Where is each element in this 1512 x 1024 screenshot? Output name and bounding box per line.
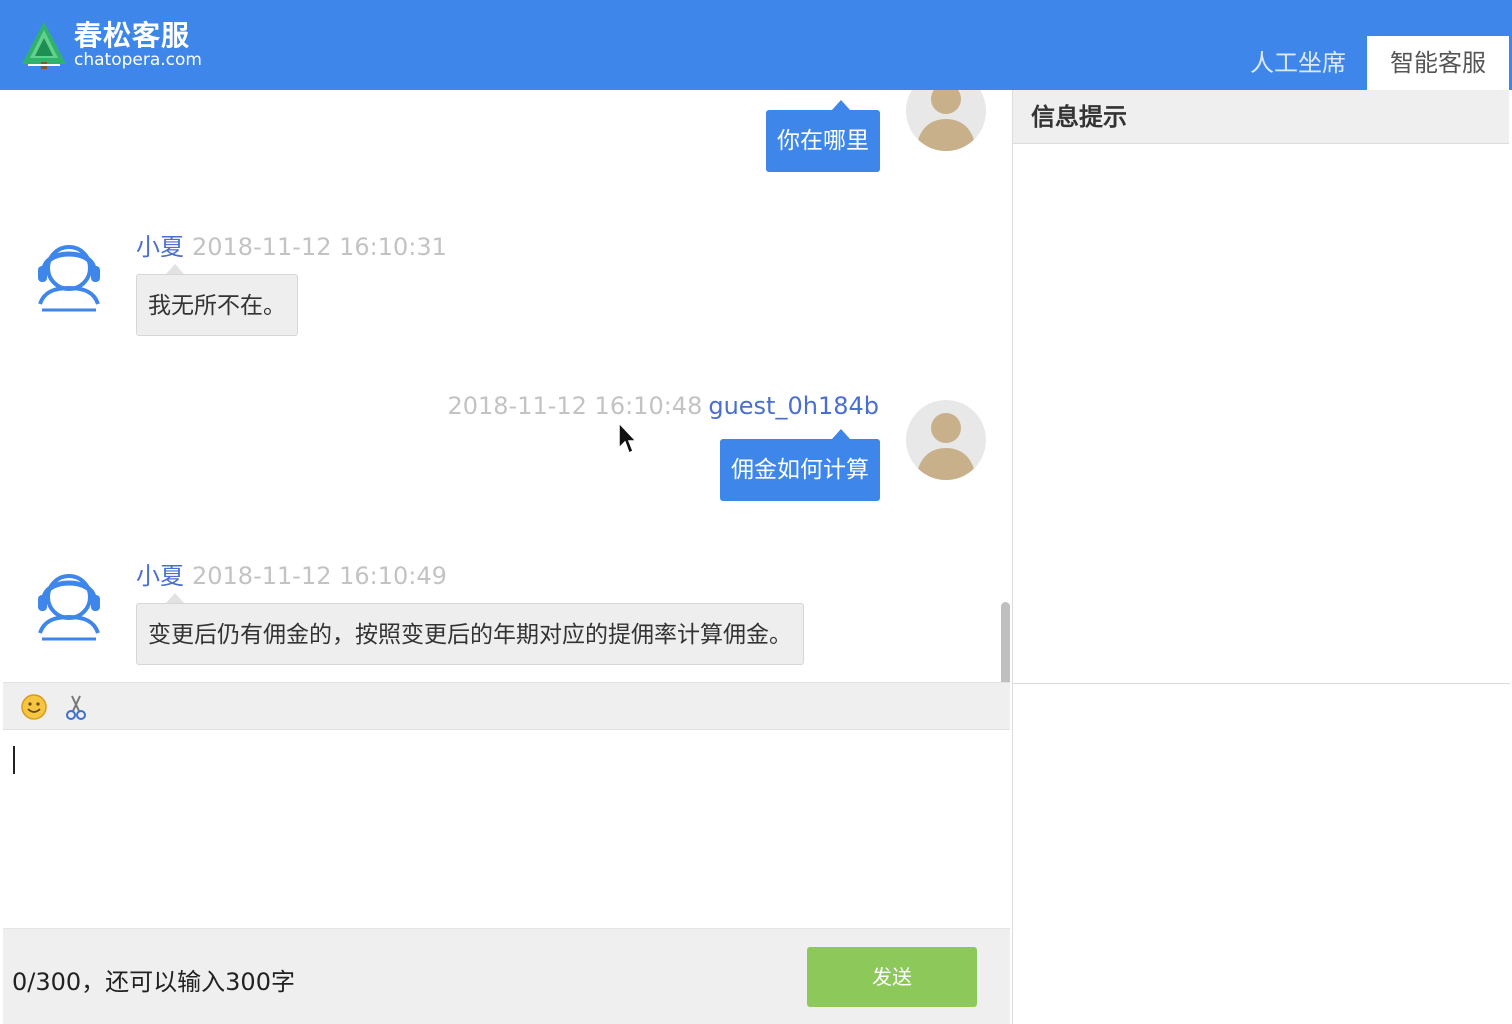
person-icon [916, 90, 976, 151]
person-icon [916, 413, 976, 480]
brand-logo: 春松客服 chatopera.com [20, 20, 202, 70]
message-bubble-out: 你在哪里 [766, 110, 880, 172]
info-panel: 信息提示 [1012, 90, 1510, 1024]
message-meta: 小夏 2018-11-12 16:10:49 [136, 556, 447, 591]
message-bubble-out: 佣金如何计算 [720, 439, 880, 501]
bot-avatar-icon [38, 574, 100, 641]
info-divider [1013, 683, 1510, 684]
brand-title: 春松客服 [74, 18, 191, 52]
char-counter: 0/300，还可以输入300字 [12, 968, 295, 996]
send-button[interactable]: 发送 [807, 947, 977, 1007]
app-header: 春松客服 chatopera.com 人工坐席 智能客服 [0, 0, 1512, 90]
bot-avatar-icon [38, 245, 100, 312]
text-cursor [13, 746, 15, 774]
tab-agent[interactable]: 人工坐席 [1230, 36, 1366, 90]
sender-name: 小夏 [136, 562, 184, 590]
message-time: 2018-11-12 16:10:48 [447, 392, 703, 420]
composer-toolbar [3, 682, 1010, 730]
message-meta: 2018-11-12 16:10:48 guest_0h184b [447, 392, 879, 420]
composer-footer: 0/300，还可以输入300字 发送 [3, 928, 1010, 1024]
sender-name: 小夏 [136, 233, 184, 261]
scissors-icon[interactable] [62, 693, 90, 721]
message-time: 2018-11-12 16:10:31 [192, 233, 447, 261]
message-bubble-in: 变更后仍有佣金的，按照变更后的年期对应的提佣率计算佣金。 [136, 603, 804, 665]
message-bubble-in: 我无所不在。 [136, 274, 298, 336]
guest-avatar [906, 400, 986, 480]
tab-bot[interactable]: 智能客服 [1367, 36, 1509, 90]
mouse-cursor-icon [618, 422, 637, 455]
guest-avatar [906, 90, 986, 151]
emoji-icon[interactable] [20, 693, 48, 721]
message-input[interactable] [3, 730, 1010, 928]
chat-scrollbar[interactable] [1001, 602, 1010, 682]
message-meta: 小夏 2018-11-12 16:10:31 [136, 227, 447, 262]
bubble-pointer [166, 264, 184, 274]
bubble-pointer [832, 429, 850, 439]
chat-messages[interactable]: 你在哪里 小夏 2018-11-12 16:10:31 我无所不在。 2018-1… [3, 90, 1010, 682]
pine-tree-icon [22, 22, 66, 69]
sender-name: guest_0h184b [708, 392, 879, 420]
info-panel-title: 信息提示 [1013, 90, 1509, 144]
bubble-pointer [166, 593, 184, 603]
bubble-pointer [832, 100, 850, 110]
brand-subtitle: chatopera.com [74, 49, 202, 70]
message-time: 2018-11-12 16:10:49 [192, 562, 447, 590]
